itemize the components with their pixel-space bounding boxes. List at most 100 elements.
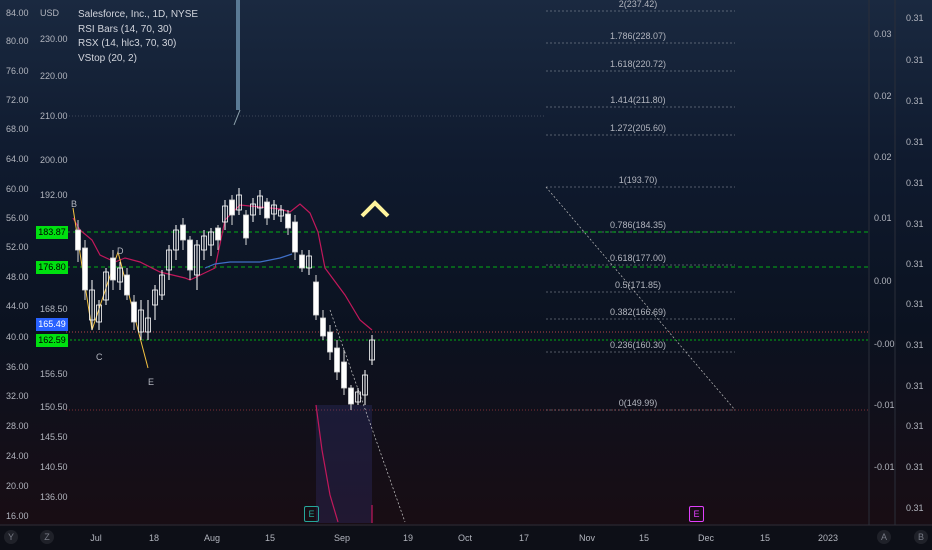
time-axis-label: 17 [519,533,529,543]
outer-scale-tick: 0.31 [906,55,924,65]
outer-scale-tick: 0.31 [906,96,924,106]
left-scale-tick: 80.00 [6,36,29,46]
fib-level-label: 0.618(177.00) [610,253,666,263]
fib-level-label: 0(149.99) [619,398,658,408]
oscillator-scale-tick: 0.03 [874,29,892,39]
left-scale-tick: 76.00 [6,66,29,76]
fib-level-label: 0.236(160.30) [610,340,666,350]
price-scale-tick: 230.00 [40,34,68,44]
time-axis-label: Oct [458,533,473,543]
outer-scale-tick: 0.31 [906,421,924,431]
time-axis-label: Aug [204,533,220,543]
left-scale-tick: 16.00 [6,511,29,521]
fib-level-label: 1(193.70) [619,175,658,185]
candle-body [110,257,116,281]
volume-spike [236,0,240,110]
outer-scale-tick: 0.31 [906,259,924,269]
price-tag-176: 176.80 [36,261,68,274]
outer-scale-tick: 0.31 [906,219,924,229]
candle-body [292,221,298,253]
oscillator-scale-tick: -0.01 [874,462,895,472]
indicator-vstop[interactable]: VStop (20, 2) [78,52,198,67]
outer-scale-tick: 0.31 [906,299,924,309]
left-scale-tick: 44.00 [6,301,29,311]
fib-level-label: 2(237.42) [619,0,658,9]
left-scale-tick: 68.00 [6,124,29,134]
zoom-axis-button[interactable]: Z [40,530,54,544]
volume-spike-tail [233,109,241,126]
left-scale-tick: 52.00 [6,242,29,252]
wave-label: C [96,352,103,362]
left-scale-tick: 28.00 [6,421,29,431]
candle-body [187,239,193,271]
left-scale-tick: 48.00 [6,272,29,282]
price-scale-tick: 145.50 [40,432,68,442]
fib-level-label: 0.5(171.85) [615,280,661,290]
indicator-rsx[interactable]: RSX (14, hlc3, 70, 30) [78,37,198,52]
outer-scale-tick: 0.31 [906,137,924,147]
outer-scale-tick: 0.31 [906,503,924,513]
outer-scale-tick: 0.31 [906,178,924,188]
oscillator-scale-tick: 0.02 [874,152,892,162]
price-scale-tick: 220.00 [40,71,68,81]
candle-body [229,199,235,216]
currency-label: USD [40,8,60,18]
earnings-event-icon[interactable]: E [304,506,319,522]
left-scale-tick: 36.00 [6,362,29,372]
wave-label: B [71,199,77,209]
left-scale-tick: 24.00 [6,451,29,461]
chart-window[interactable]: 84.00 80.00 76.00 72.00 68.00 64.00 60.00 56.00… [0,0,932,550]
oscillator-scale-tick: -0.01 [874,400,895,410]
wave-label: D [117,246,124,256]
scale-b-button[interactable]: B [914,530,928,544]
auto-scale-button[interactable]: A [877,530,891,544]
earnings-event-upcoming-icon[interactable]: E [689,506,704,522]
left-scale-tick: 60.00 [6,184,29,194]
candle-body [215,227,221,241]
price-tag-183: 183.87 [36,226,68,239]
outer-scale-tick: 0.31 [906,340,924,350]
price-chart[interactable]: 84.00 80.00 76.00 72.00 68.00 64.00 60.00 56.00… [0,0,932,550]
chart-legend: Salesforce, Inc., 1D, NYSE RSI Bars (14,… [78,8,198,66]
indicator-rsi-bars[interactable]: RSI Bars (14, 70, 30) [78,23,198,38]
candle-body [180,224,186,241]
time-axis-label: 15 [265,533,275,543]
left-scale-tick: 40.00 [6,332,29,342]
price-scale-tick: 136.00 [40,492,68,502]
time-axis-label: Dec [698,533,715,543]
candle-body [348,387,354,405]
price-scale-tick: 210.00 [40,111,68,121]
wave-label: E [148,377,154,387]
oscillator-scale-tick: 0.02 [874,91,892,101]
time-axis-label: 15 [760,533,770,543]
price-tag-current: 165.49 [36,318,68,331]
oscillator-scale-tick: 0.00 [874,276,892,286]
price-scale-tick: 140.50 [40,462,68,472]
candle-body [131,301,137,323]
candle-body [75,229,81,251]
fib-level-label: 1.618(220.72) [610,59,666,69]
oscillator-scale-tick: 0.01 [874,213,892,223]
candle-body [243,214,249,239]
time-axis-label: 15 [639,533,649,543]
fib-level-label: 1.786(228.07) [610,31,666,41]
left-scale-tick: 32.00 [6,391,29,401]
outer-scale-tick: 0.31 [906,462,924,472]
candle-body [285,213,291,229]
candle-body [264,201,270,219]
fib-level-label: 0.786(184.35) [610,220,666,230]
left-scale-tick: 84.00 [6,8,29,18]
fib-level-label: 0.382(166.69) [610,307,666,317]
time-axis-label: 19 [403,533,413,543]
time-axis-label: 2023 [818,533,838,543]
time-axis-label: 18 [149,533,159,543]
price-scale-tick: 168.50 [40,304,68,314]
price-scale-tick: 192.00 [40,190,68,200]
price-scale-tick: 156.50 [40,369,68,379]
fib-level-label: 1.414(211.80) [610,95,665,105]
candle-body [334,347,340,373]
candle-body [341,361,347,389]
y-axis-button[interactable]: Y [4,530,18,544]
left-scale-tick: 64.00 [6,154,29,164]
symbol-title[interactable]: Salesforce, Inc., 1D, NYSE [78,8,198,23]
